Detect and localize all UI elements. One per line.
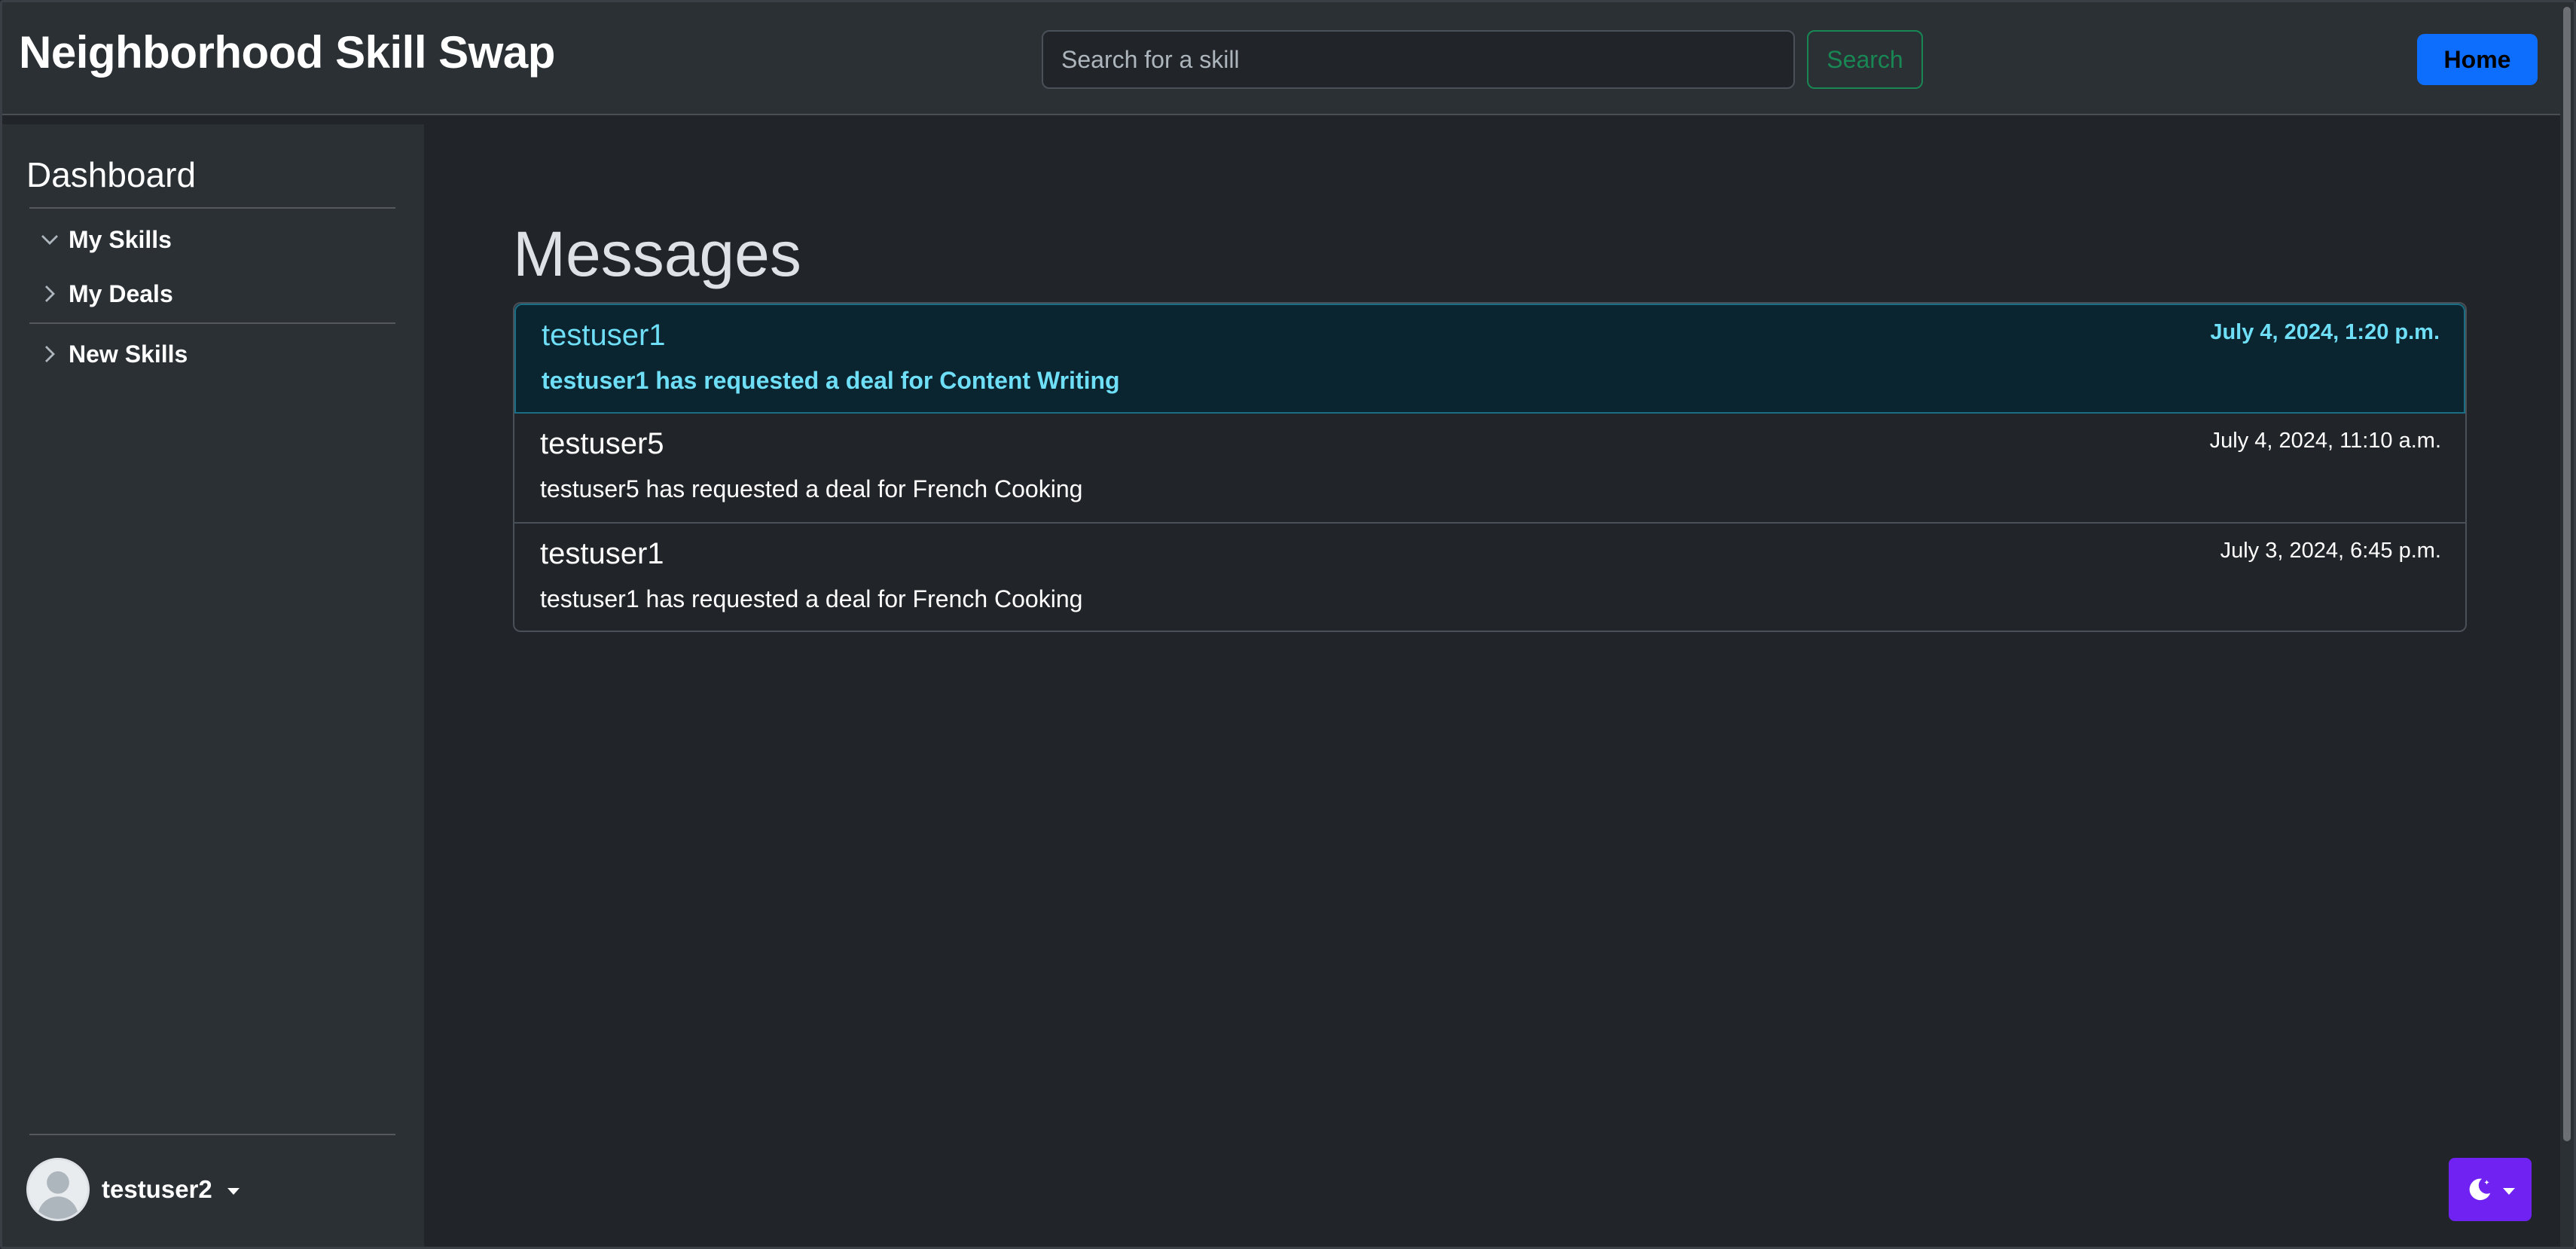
sidebar-item-label: New Skills [69, 340, 188, 368]
scrollbar-thumb[interactable] [2563, 7, 2571, 1141]
message-body: testuser1 has requested a deal for Frenc… [540, 585, 1083, 612]
brand-logo-text[interactable]: Neighborhood Skill Swap [19, 26, 555, 78]
search-input[interactable] [1042, 30, 1795, 89]
moon-stars-icon [2469, 1178, 2491, 1201]
message-timestamp: July 3, 2024, 6:45 p.m. [2220, 539, 2441, 563]
chevron-down-icon [41, 235, 58, 245]
sidebar: Dashboard My Skills My Deals New Skills [2, 124, 424, 1247]
sidebar-item-label: My Deals [69, 279, 173, 307]
caret-down-icon [2503, 1187, 2515, 1195]
top-navbar: Neighborhood Skill Swap Search Home [2, 2, 2574, 115]
sidebar-item-label: My Skills [69, 225, 172, 253]
sidebar-item-new-skills[interactable]: New Skills [38, 335, 188, 373]
sidebar-divider [29, 322, 395, 324]
message-sender: testuser1 [542, 319, 666, 352]
search-button[interactable]: Search [1807, 30, 1923, 89]
chevron-right-icon [45, 346, 55, 362]
user-menu-toggle[interactable]: testuser2 [26, 1158, 240, 1221]
username: testuser2 [102, 1175, 212, 1203]
message-item[interactable]: testuser1 July 3, 2024, 6:45 p.m. testus… [514, 524, 2465, 631]
message-sender: testuser1 [540, 537, 664, 570]
message-list: testuser1 July 4, 2024, 1:20 p.m. testus… [513, 302, 2467, 632]
sidebar-item-my-skills[interactable]: My Skills [38, 221, 172, 258]
page-scrollbar[interactable] [2560, 2, 2574, 1247]
sidebar-divider [29, 1134, 395, 1135]
avatar [26, 1158, 90, 1221]
sidebar-item-my-deals[interactable]: My Deals [38, 275, 173, 313]
home-button[interactable]: Home [2417, 34, 2538, 85]
message-body: testuser1 has requested a deal for Conte… [542, 367, 1120, 394]
app-window: Neighborhood Skill Swap Search Home Dash… [0, 0, 2576, 1249]
chevron-right-icon [45, 286, 55, 302]
user-avatar-icon [29, 1160, 87, 1219]
message-item[interactable]: testuser5 July 4, 2024, 11:10 a.m. testu… [514, 414, 2465, 524]
page-title: Messages [513, 218, 801, 289]
message-timestamp: July 4, 2024, 1:20 p.m. [2210, 320, 2440, 344]
theme-toggle-button[interactable] [2449, 1158, 2532, 1221]
message-timestamp: July 4, 2024, 11:10 a.m. [2209, 429, 2441, 453]
caret-down-icon [227, 1187, 240, 1195]
message-sender: testuser5 [540, 427, 664, 460]
sidebar-divider [29, 207, 395, 209]
sidebar-title: Dashboard [26, 155, 197, 194]
message-body: testuser5 has requested a deal for Frenc… [540, 475, 1083, 502]
message-item[interactable]: testuser1 July 4, 2024, 1:20 p.m. testus… [514, 304, 2465, 414]
